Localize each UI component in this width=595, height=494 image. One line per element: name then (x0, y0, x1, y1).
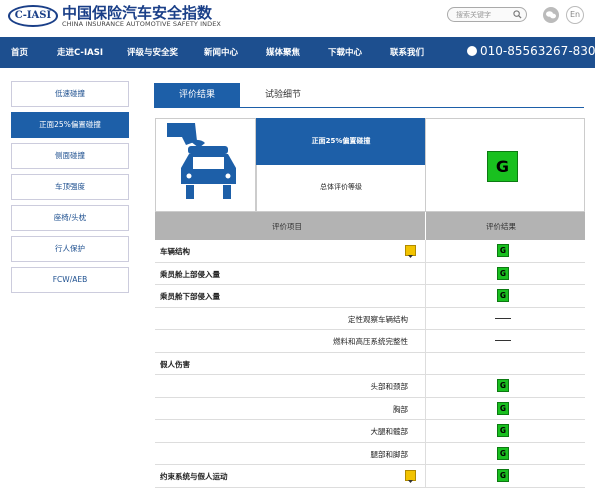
row-label: 车辆结构 (160, 247, 190, 256)
row-label: 定性观察车辆结构 (348, 314, 408, 324)
table-row: 大腿和髋部 G (155, 420, 585, 443)
rating-badge: G (497, 469, 509, 482)
phone-number: 010-85563267-8309 (467, 44, 595, 58)
rating-badge: G (497, 266, 509, 280)
rating-badge: G (497, 446, 509, 460)
sidebar-item-seat-headrest[interactable]: 座椅/头枕 (11, 205, 129, 231)
expand-button[interactable] (405, 245, 416, 258)
tab-test-details[interactable]: 试验细节 (248, 83, 318, 107)
rating-badge: G (497, 289, 509, 302)
overall-rating-badge: G (487, 151, 518, 182)
row-label: 胸部 (393, 404, 408, 414)
logo-text: C-IASI (14, 10, 52, 21)
sidebar-item-roof-strength[interactable]: 车顶强度 (11, 174, 129, 200)
phone-text: 010-85563267-8309 (480, 44, 595, 58)
nav-item-news[interactable]: 新闻中心 (204, 46, 238, 58)
table-row: 胸部 G (155, 397, 585, 420)
wechat-icon[interactable] (543, 7, 559, 23)
logo[interactable]: C-IASI (8, 5, 58, 27)
row-label: 燃料和高压系统完整性 (333, 337, 408, 346)
language-toggle-button[interactable]: En (566, 6, 584, 24)
nav-item-home[interactable]: 首页 (11, 46, 28, 58)
header-evaluation-result: 评价结果 (486, 222, 516, 231)
row-label: 乘员舱下部侵入量 (160, 292, 220, 301)
table-row: 乘员舱下部侵入量 G (155, 285, 585, 308)
sidebar-item-low-speed[interactable]: 低速碰撞 (11, 81, 129, 107)
sidebar-item-small-overlap[interactable]: 正面25%偏置碰撞 (11, 112, 129, 138)
rating-badge: G (497, 379, 509, 392)
row-label: 约束系统与假人运动 (160, 472, 228, 481)
header-evaluation-item: 评价项目 (272, 222, 302, 231)
nav-item-media[interactable]: 媒体聚焦 (266, 46, 300, 58)
row-label: 乘员舱上部侵入量 (160, 269, 220, 279)
table-row: 定性观察车辆结构 (155, 307, 585, 330)
row-label: 头部和颈部 (370, 382, 409, 391)
table-row: 约束系统与假人运动 G (155, 465, 585, 488)
row-label: 大腿和髋部 (370, 427, 409, 436)
nav-item-about[interactable]: 走进C-IASI (57, 46, 103, 58)
rating-badge: G (497, 244, 509, 257)
phone-icon (467, 46, 477, 56)
chevron-down-icon (408, 480, 413, 483)
rating-badge: G (497, 424, 509, 437)
tab-evaluation-results[interactable]: 评价结果 (154, 83, 240, 107)
table-row: 乘员舱上部侵入量 G (155, 262, 585, 285)
search-icon[interactable] (513, 10, 522, 19)
main-nav: 首页 走进C-IASI 评级与安全奖 新闻中心 媒体聚焦 下载中心 联系我们 0… (0, 37, 595, 68)
sidebar-item-pedestrian[interactable]: 行人保护 (11, 236, 129, 262)
rating-badge: G (497, 401, 509, 415)
row-label: 腿部和脚部 (370, 449, 409, 459)
site-header: C-IASI 中国保险汽车安全指数 CHINA INSURANCE AUTOMO… (0, 0, 595, 36)
car-crash-icon (167, 123, 236, 199)
test-type-banner: 正面25%偏置碰撞 (256, 118, 426, 165)
sidebar-item-side-impact[interactable]: 侧面碰撞 (11, 143, 129, 169)
results-table-header: 评价项目 评价结果 (155, 212, 585, 240)
table-row: 腿部和脚部 G (155, 442, 585, 465)
nav-item-downloads[interactable]: 下载中心 (328, 46, 362, 58)
sidebar-item-fcw-aeb[interactable]: FCW/AEB (11, 267, 129, 293)
nav-item-contact[interactable]: 联系我们 (390, 46, 424, 58)
table-row: 假人伤害 (155, 352, 585, 375)
search-placeholder: 搜索关键字 (456, 11, 491, 19)
search-input[interactable]: 搜索关键字 (447, 7, 527, 22)
overall-rating-label: 总体评价等级 (320, 183, 362, 191)
not-applicable-dash (495, 340, 511, 341)
site-subtitle: CHINA INSURANCE AUTOMOTIVE SAFETY INDEX (62, 20, 221, 28)
not-applicable-dash (495, 317, 511, 319)
tab-divider (154, 107, 584, 108)
table-row: 燃料和高压系统完整性 (155, 330, 585, 353)
row-label: 假人伤害 (160, 359, 190, 369)
table-row: 头部和颈部 G (155, 375, 585, 398)
nav-item-ratings[interactable]: 评级与安全奖 (127, 46, 178, 58)
crash-diagram-panel (155, 118, 256, 212)
expand-button[interactable] (405, 470, 416, 483)
table-row: 车辆结构 G (155, 240, 585, 263)
chevron-down-icon (408, 255, 413, 258)
